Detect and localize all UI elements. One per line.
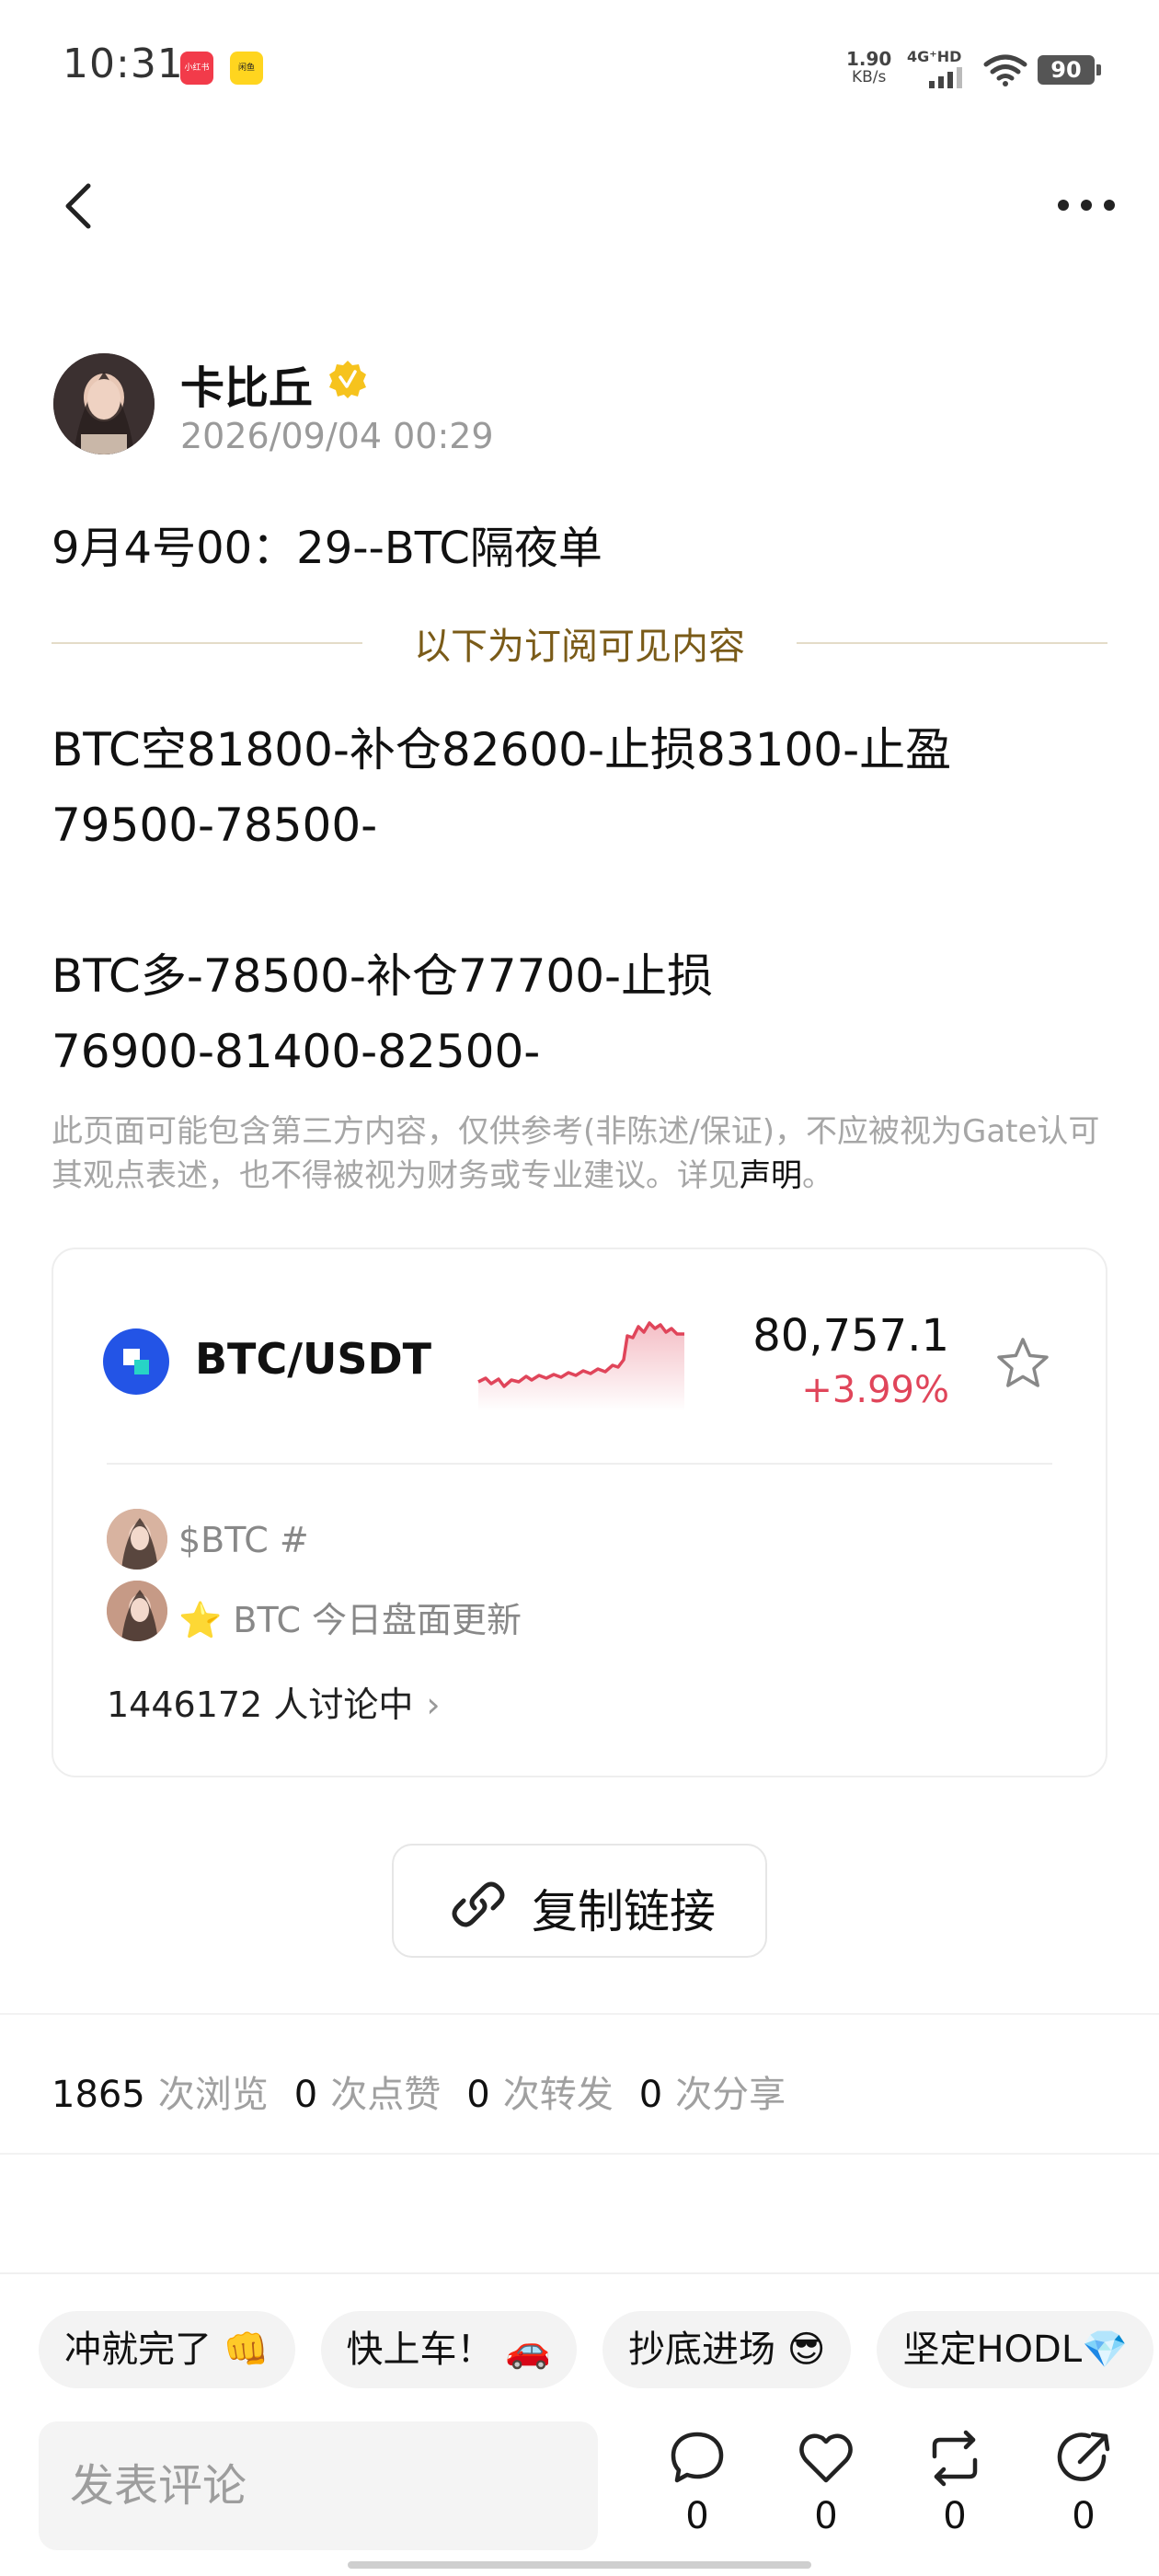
discussion-count-link[interactable]: 1446172 人讨论中 › — [107, 1676, 441, 1727]
section-divider — [0, 2013, 1159, 2015]
price-change-percent: +3.99% — [801, 1369, 949, 1411]
topic-text: ⭐ BTC 今日盘面更新 — [178, 1600, 522, 1640]
signal-label: 4G⁺HD — [907, 48, 962, 65]
comment-bubble-icon — [671, 2432, 724, 2483]
views-count: 1865 — [52, 2074, 145, 2116]
post-body-paragraph: BTC多-78500-补仓77700-止损 76900-81400-82500- — [52, 949, 714, 1078]
subscriber-divider-label: 以下为订阅可见内容 — [414, 626, 745, 668]
like-button[interactable]: 0 — [789, 2429, 863, 2548]
avatar-image — [53, 353, 155, 454]
reposts-count: 0 — [466, 2074, 490, 2116]
trading-pair: BTC/USDT — [195, 1334, 432, 1384]
post-date: 2026/09/04 00:29 — [180, 416, 494, 456]
quick-reply-chips: 冲就完了 👊 快上车！ 🚗 抄底进场 😎 坚定HODL💎 — [39, 2311, 1159, 2388]
post-stats: 1865 次浏览 0 次点赞 0 次转发 0 次分享 — [52, 2074, 786, 2116]
author-avatar[interactable] — [53, 353, 155, 454]
app-notification-icon: 闲鱼 — [230, 52, 263, 85]
status-bar: 10:31 小红书 闲鱼 1.90 KB/s 4G⁺HD 90 — [0, 0, 1159, 138]
comment-count: 0 — [685, 2495, 709, 2537]
card-divider — [107, 1463, 1052, 1465]
back-chevron-icon[interactable] — [61, 180, 98, 232]
copy-link-label: 复制链接 — [532, 1885, 716, 1938]
topic-text: $BTC # — [178, 1520, 309, 1560]
share-icon — [1057, 2432, 1110, 2481]
heart-icon — [799, 2433, 853, 2483]
wifi-icon — [983, 54, 1027, 86]
repost-icon — [932, 2430, 978, 2487]
repost-count: 0 — [943, 2495, 967, 2537]
author-name[interactable]: 卡比丘 — [180, 351, 313, 416]
last-price: 80,757.1 — [752, 1310, 949, 1362]
topic-avatar — [107, 1581, 167, 1641]
home-indicator — [348, 2561, 811, 2569]
verified-badge-icon — [329, 361, 366, 398]
comment-button[interactable]: 0 — [660, 2429, 734, 2548]
net-speed: 1.90 KB/s — [846, 48, 892, 86]
quick-reply-chip[interactable]: 坚定HODL💎 — [877, 2311, 1153, 2388]
copy-link-button[interactable]: 复制链接 — [392, 1844, 767, 1958]
disclaimer: 此页面可能包含第三方内容，仅供参考(非陈述/保证)，不应被视为Gate认可其观点… — [52, 1113, 1100, 1194]
post-title: 9月4号00：29--BTC隔夜单 — [52, 523, 602, 574]
post-body-paragraph: BTC空81800-补仓82600-止损83100-止盈 79500-78500… — [52, 723, 952, 852]
likes-count: 0 — [293, 2074, 318, 2116]
topic-avatar — [107, 1509, 167, 1570]
shares-count: 0 — [638, 2074, 663, 2116]
comment-input[interactable] — [39, 2421, 598, 2550]
battery-icon: 90 — [1038, 55, 1101, 85]
like-count: 0 — [814, 2495, 838, 2537]
share-button[interactable]: 0 — [1047, 2429, 1120, 2548]
signal-icon — [929, 67, 962, 88]
market-card[interactable]: BTC/USDT 80,757.1 +3.99% $BTC # ⭐ BTC 今日… — [52, 1248, 1107, 1777]
section-divider — [0, 2153, 1159, 2155]
subscriber-divider: 以下为订阅可见内容 — [52, 616, 1107, 668]
quick-reply-chip[interactable]: 快上车！ 🚗 — [320, 2311, 578, 2388]
btc-usdt-coin-icon — [103, 1328, 169, 1395]
link-icon — [452, 1881, 505, 1927]
disclaimer-link[interactable]: 声明 — [740, 1157, 802, 1194]
quick-reply-chip[interactable]: 抄底进场 😎 — [602, 2311, 852, 2388]
repost-button[interactable]: 0 — [918, 2429, 992, 2548]
more-horizontal-icon[interactable] — [1054, 191, 1119, 219]
price-sparkline-chart — [477, 1321, 684, 1411]
chevron-right-icon: › — [426, 1685, 441, 1725]
share-count: 0 — [1072, 2495, 1096, 2537]
app-notification-icon: 小红书 — [180, 52, 213, 85]
quick-reply-chip[interactable]: 冲就完了 👊 — [39, 2311, 295, 2388]
status-time: 10:31 — [63, 40, 184, 87]
favorite-star-icon[interactable] — [993, 1334, 1052, 1393]
